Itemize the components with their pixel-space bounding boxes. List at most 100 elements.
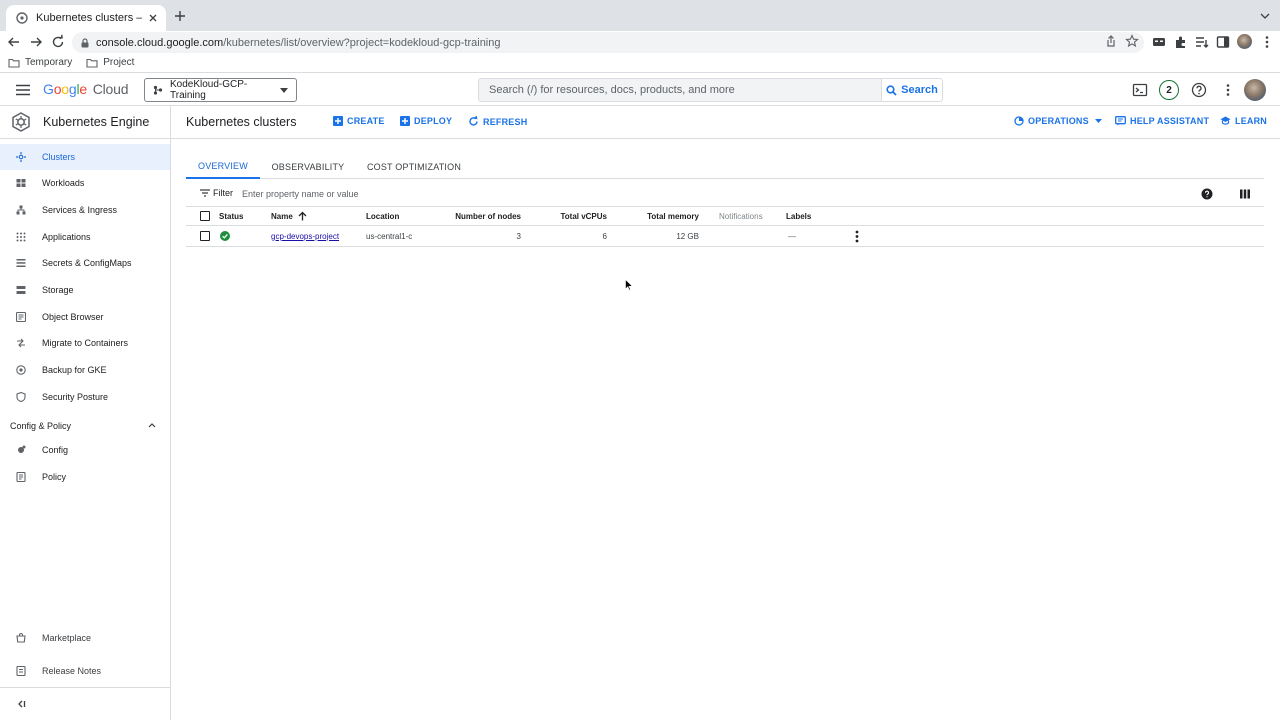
sidebar-item-policy[interactable]: Policy: [0, 464, 170, 490]
search-button[interactable]: Search: [881, 78, 943, 102]
more-vert-icon[interactable]: [854, 230, 860, 243]
star-icon[interactable]: [1125, 34, 1139, 48]
sidebar-item-label: Storage: [42, 285, 74, 295]
tab-observability[interactable]: OBSERVABILITY: [268, 154, 348, 179]
sort-arrow-up-icon[interactable]: [298, 211, 307, 221]
sidebar-item-migrate-to-containers[interactable]: Migrate to Containers: [0, 330, 170, 356]
learn-button[interactable]: LEARN: [1220, 116, 1267, 126]
puzzle-icon[interactable]: [1173, 34, 1189, 50]
folder-icon: [86, 58, 98, 68]
profile-avatar[interactable]: [1237, 34, 1252, 49]
search-box[interactable]: [478, 78, 882, 102]
project-picker[interactable]: KodeKloud-GCP-Training: [144, 78, 297, 102]
refresh-button-label: REFRESH: [483, 116, 528, 127]
hamburger-menu-icon[interactable]: [15, 82, 31, 98]
column-labels: Labels: [786, 207, 811, 225]
page-title: Kubernetes clusters: [186, 115, 297, 129]
logo-cloud: Cloud: [92, 81, 129, 97]
storage-icon: [16, 286, 26, 294]
bookmark-temporary[interactable]: Temporary: [8, 57, 72, 68]
account-avatar[interactable]: [1244, 79, 1266, 101]
sidebar-item-config[interactable]: Config: [0, 437, 170, 463]
side-panel-icon[interactable]: [1215, 34, 1231, 50]
url-domain: console.cloud.google.com: [96, 36, 224, 49]
bookmark-project[interactable]: Project: [86, 57, 134, 68]
project-tree-icon: [153, 85, 163, 95]
url-text: console.cloud.google.com/kubernetes/list…: [96, 37, 501, 49]
sidebar-section-title: Config & Policy: [10, 421, 72, 431]
notifications-badge[interactable]: 2: [1159, 80, 1179, 100]
create-button[interactable]: CREATE: [333, 116, 385, 126]
school-icon: [1220, 116, 1231, 125]
tab-overview[interactable]: OVERVIEW: [186, 154, 260, 179]
sidebar-item-storage[interactable]: Storage: [0, 277, 170, 303]
column-display-icon[interactable]: [1239, 188, 1251, 200]
close-tab-icon[interactable]: [146, 11, 160, 25]
column-name[interactable]: Name: [271, 207, 307, 225]
sidebar-item-release-notes[interactable]: Release Notes: [0, 658, 170, 684]
share-icon[interactable]: [1104, 34, 1118, 48]
extension-icon[interactable]: [1151, 34, 1167, 50]
cluster-name-link[interactable]: gcp-devops-project: [271, 232, 339, 241]
search-input[interactable]: [489, 84, 881, 96]
config-icon: [18, 445, 26, 453]
column-memory: Total memory: [616, 207, 699, 225]
labels-value: —: [788, 231, 796, 241]
column-notifications: Notifications: [719, 207, 763, 225]
column-label: Total memory: [647, 211, 699, 221]
tab-label: OVERVIEW: [198, 160, 248, 171]
sidebar-item-services-ingress[interactable]: Services & Ingress: [0, 197, 170, 223]
create-button-label: CREATE: [347, 116, 385, 126]
refresh-icon: [469, 116, 478, 126]
column-label: Labels: [786, 211, 812, 221]
collapse-sidebar-icon[interactable]: [16, 699, 26, 709]
sidebar-item-security-posture[interactable]: Security Posture: [0, 384, 170, 410]
deploy-button[interactable]: DEPLOY: [400, 116, 452, 126]
row-checkbox[interactable]: [200, 231, 210, 241]
tab-cost-optimization[interactable]: COST OPTIMIZATION: [362, 154, 466, 179]
sidebar-item-clusters[interactable]: Clusters: [0, 144, 170, 170]
secrets-icon: [16, 259, 26, 267]
browser-menu-icon[interactable]: [1259, 34, 1275, 50]
filter-input[interactable]: [242, 186, 742, 202]
policy-icon: [16, 472, 26, 482]
folder-icon: [8, 58, 20, 68]
sidebar-item-workloads[interactable]: Workloads: [0, 170, 170, 196]
kubernetes-engine-icon: [12, 112, 30, 132]
browser-tab[interactable]: Kubernetes clusters – Kubernetes Engine: [6, 5, 166, 31]
help-circle-icon[interactable]: [1201, 188, 1213, 200]
sidebar-item-backup-for-gke[interactable]: Backup for GKE: [0, 357, 170, 383]
sidebar-item-applications[interactable]: Applications: [0, 224, 170, 250]
help-assistant-button[interactable]: HELP ASSISTANT: [1115, 116, 1209, 126]
google-cloud-logo[interactable]: Google Cloud: [43, 81, 128, 97]
back-arrow-icon[interactable]: [6, 34, 22, 50]
memory-cell: 12 GB: [616, 226, 699, 246]
sidebar-section-config-policy[interactable]: Config & Policy: [0, 416, 170, 436]
reload-icon[interactable]: [50, 34, 66, 50]
filter-button[interactable]: Filter: [200, 188, 233, 198]
select-all-checkbox-cell[interactable]: [200, 207, 210, 225]
help-icon[interactable]: [1191, 82, 1207, 98]
location-value: us-central1-c: [366, 231, 413, 241]
cloud-shell-icon[interactable]: [1132, 82, 1148, 98]
forward-arrow-icon[interactable]: [28, 34, 44, 50]
notifications-count: 2: [1166, 84, 1172, 96]
sidebar-item-secrets-configmaps[interactable]: Secrets & ConfigMaps: [0, 250, 170, 276]
sidebar-item-label: Release Notes: [42, 666, 102, 676]
select-all-checkbox[interactable]: [200, 211, 210, 221]
row-checkbox-cell[interactable]: [200, 226, 210, 246]
release-notes-icon: [16, 666, 26, 676]
new-tab-icon[interactable]: [173, 9, 187, 23]
operations-button[interactable]: OPERATIONS: [1014, 116, 1106, 126]
refresh-button[interactable]: REFRESH: [468, 116, 527, 127]
sidebar-item-marketplace[interactable]: Marketplace: [0, 625, 170, 651]
reading-list-icon[interactable]: [1194, 34, 1210, 50]
search-button-label: Search: [901, 84, 938, 96]
sidebar-item-object-browser[interactable]: Object Browser: [0, 304, 170, 330]
column-nodes: Number of nodes: [441, 207, 521, 225]
operations-button-label: OPERATIONS: [1028, 116, 1089, 126]
tab-search-chevron-icon[interactable]: [1260, 11, 1270, 21]
chevron-up-icon: [148, 423, 156, 428]
address-bar[interactable]: console.cloud.google.com/kubernetes/list…: [72, 32, 1144, 53]
more-vert-icon[interactable]: [1220, 82, 1236, 98]
